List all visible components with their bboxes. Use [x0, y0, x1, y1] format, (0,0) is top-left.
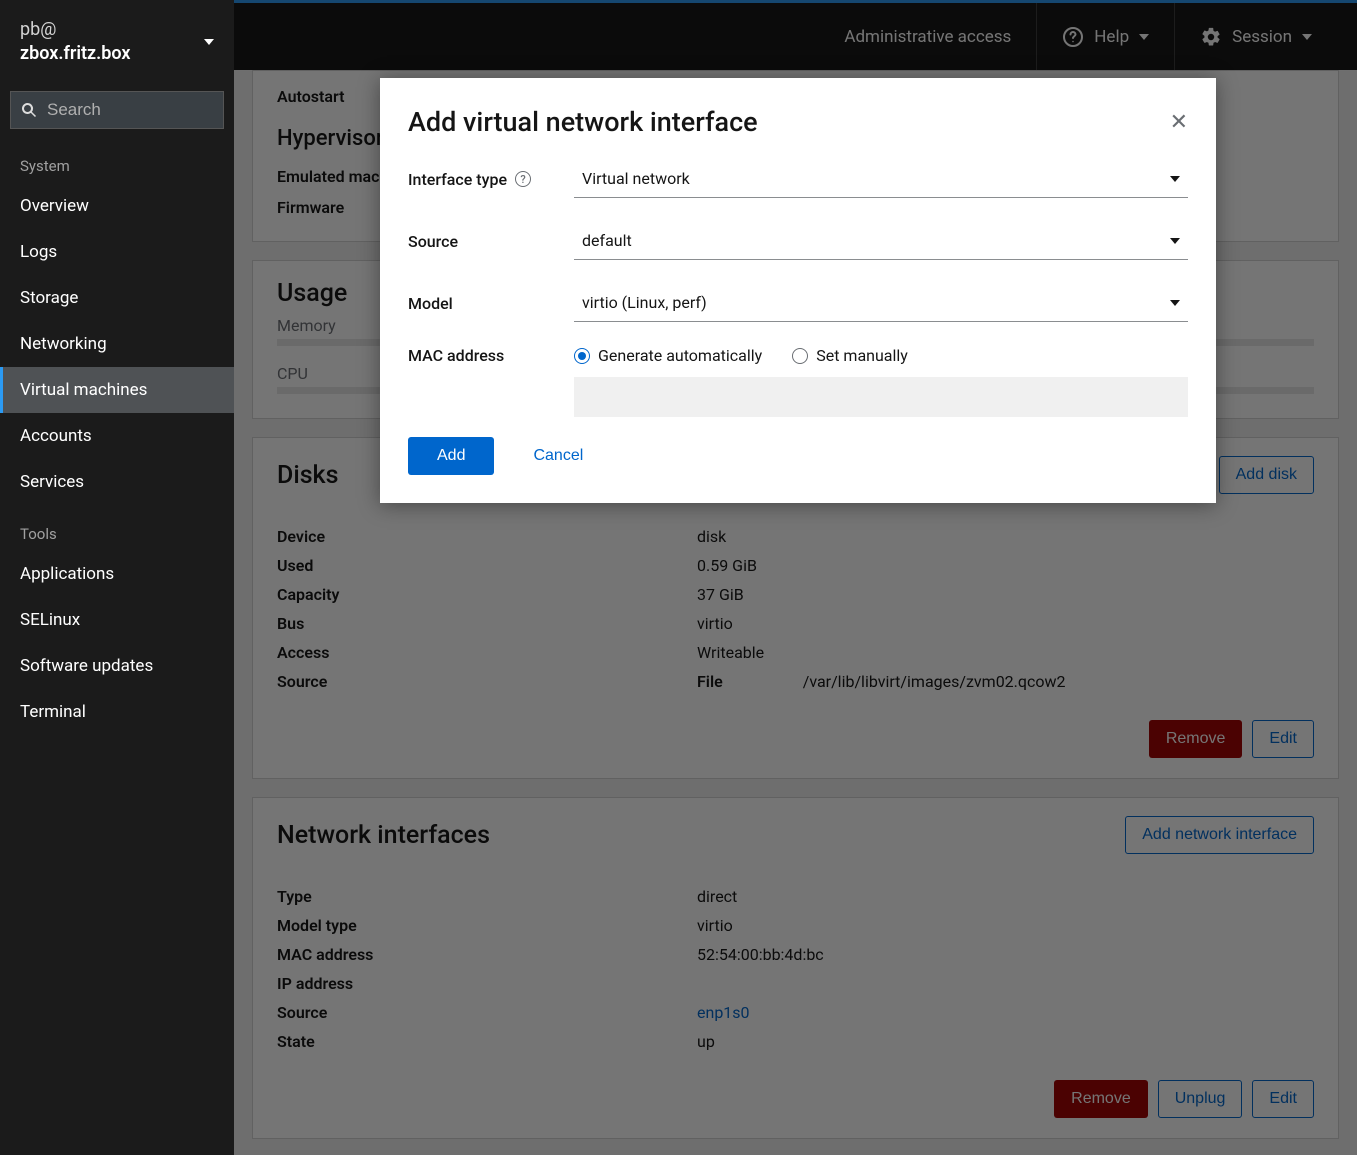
source-select[interactable]: default — [574, 222, 1188, 260]
iface-type-label: Interface type — [408, 170, 507, 189]
help-icon[interactable]: ? — [515, 171, 531, 187]
radio-selected-icon — [574, 348, 590, 364]
sidebar-item-virtual-machines[interactable]: Virtual machines — [0, 367, 234, 413]
sidebar-item-terminal[interactable]: Terminal — [0, 689, 234, 735]
search-input-wrap[interactable] — [10, 91, 224, 129]
close-icon: ✕ — [1170, 109, 1188, 134]
model-value: virtio (Linux, perf) — [582, 293, 707, 312]
chevron-down-icon — [1170, 176, 1180, 182]
sidebar-item-accounts[interactable]: Accounts — [0, 413, 234, 459]
host-label: pb@ zbox.fritz.box — [20, 18, 131, 67]
sidebar-item-applications[interactable]: Applications — [0, 551, 234, 597]
chevron-down-icon — [1170, 300, 1180, 306]
mac-input — [574, 377, 1188, 417]
add-button[interactable]: Add — [408, 437, 494, 475]
cancel-button[interactable]: Cancel — [516, 437, 600, 475]
search-input[interactable] — [47, 100, 213, 120]
sidebar-item-networking[interactable]: Networking — [0, 321, 234, 367]
add-vnic-modal: Add virtual network interface ✕ Interfac… — [380, 78, 1216, 503]
sidebar-item-software-updates[interactable]: Software updates — [0, 643, 234, 689]
source-label: Source — [408, 232, 558, 251]
sidebar-item-logs[interactable]: Logs — [0, 229, 234, 275]
nav-section-tools: Tools — [0, 505, 234, 551]
mac-auto-radio[interactable]: Generate automatically — [574, 346, 762, 365]
radio-unselected-icon — [792, 348, 808, 364]
host-name: zbox.fritz.box — [20, 42, 131, 66]
model-label: Model — [408, 294, 558, 313]
host-switcher[interactable]: pb@ zbox.fritz.box — [0, 0, 234, 83]
close-button[interactable]: ✕ — [1170, 109, 1188, 135]
modal-title: Add virtual network interface — [408, 106, 758, 138]
mac-auto-label: Generate automatically — [598, 346, 762, 365]
mac-manual-radio[interactable]: Set manually — [792, 346, 908, 365]
search-icon — [21, 102, 37, 118]
iface-type-value: Virtual network — [582, 169, 690, 188]
iface-type-select[interactable]: Virtual network — [574, 160, 1188, 198]
mac-manual-label: Set manually — [816, 346, 908, 365]
chevron-down-icon — [204, 39, 214, 45]
chevron-down-icon — [1170, 238, 1180, 244]
mac-label: MAC address — [408, 346, 558, 365]
host-user: pb@ — [20, 18, 131, 42]
model-select[interactable]: virtio (Linux, perf) — [574, 284, 1188, 322]
sidebar-item-selinux[interactable]: SELinux — [0, 597, 234, 643]
sidebar-item-services[interactable]: Services — [0, 459, 234, 505]
sidebar: pb@ zbox.fritz.box System Overview Logs … — [0, 0, 234, 1155]
sidebar-item-storage[interactable]: Storage — [0, 275, 234, 321]
source-value: default — [582, 231, 632, 250]
nav-section-system: System — [0, 137, 234, 183]
sidebar-item-overview[interactable]: Overview — [0, 183, 234, 229]
